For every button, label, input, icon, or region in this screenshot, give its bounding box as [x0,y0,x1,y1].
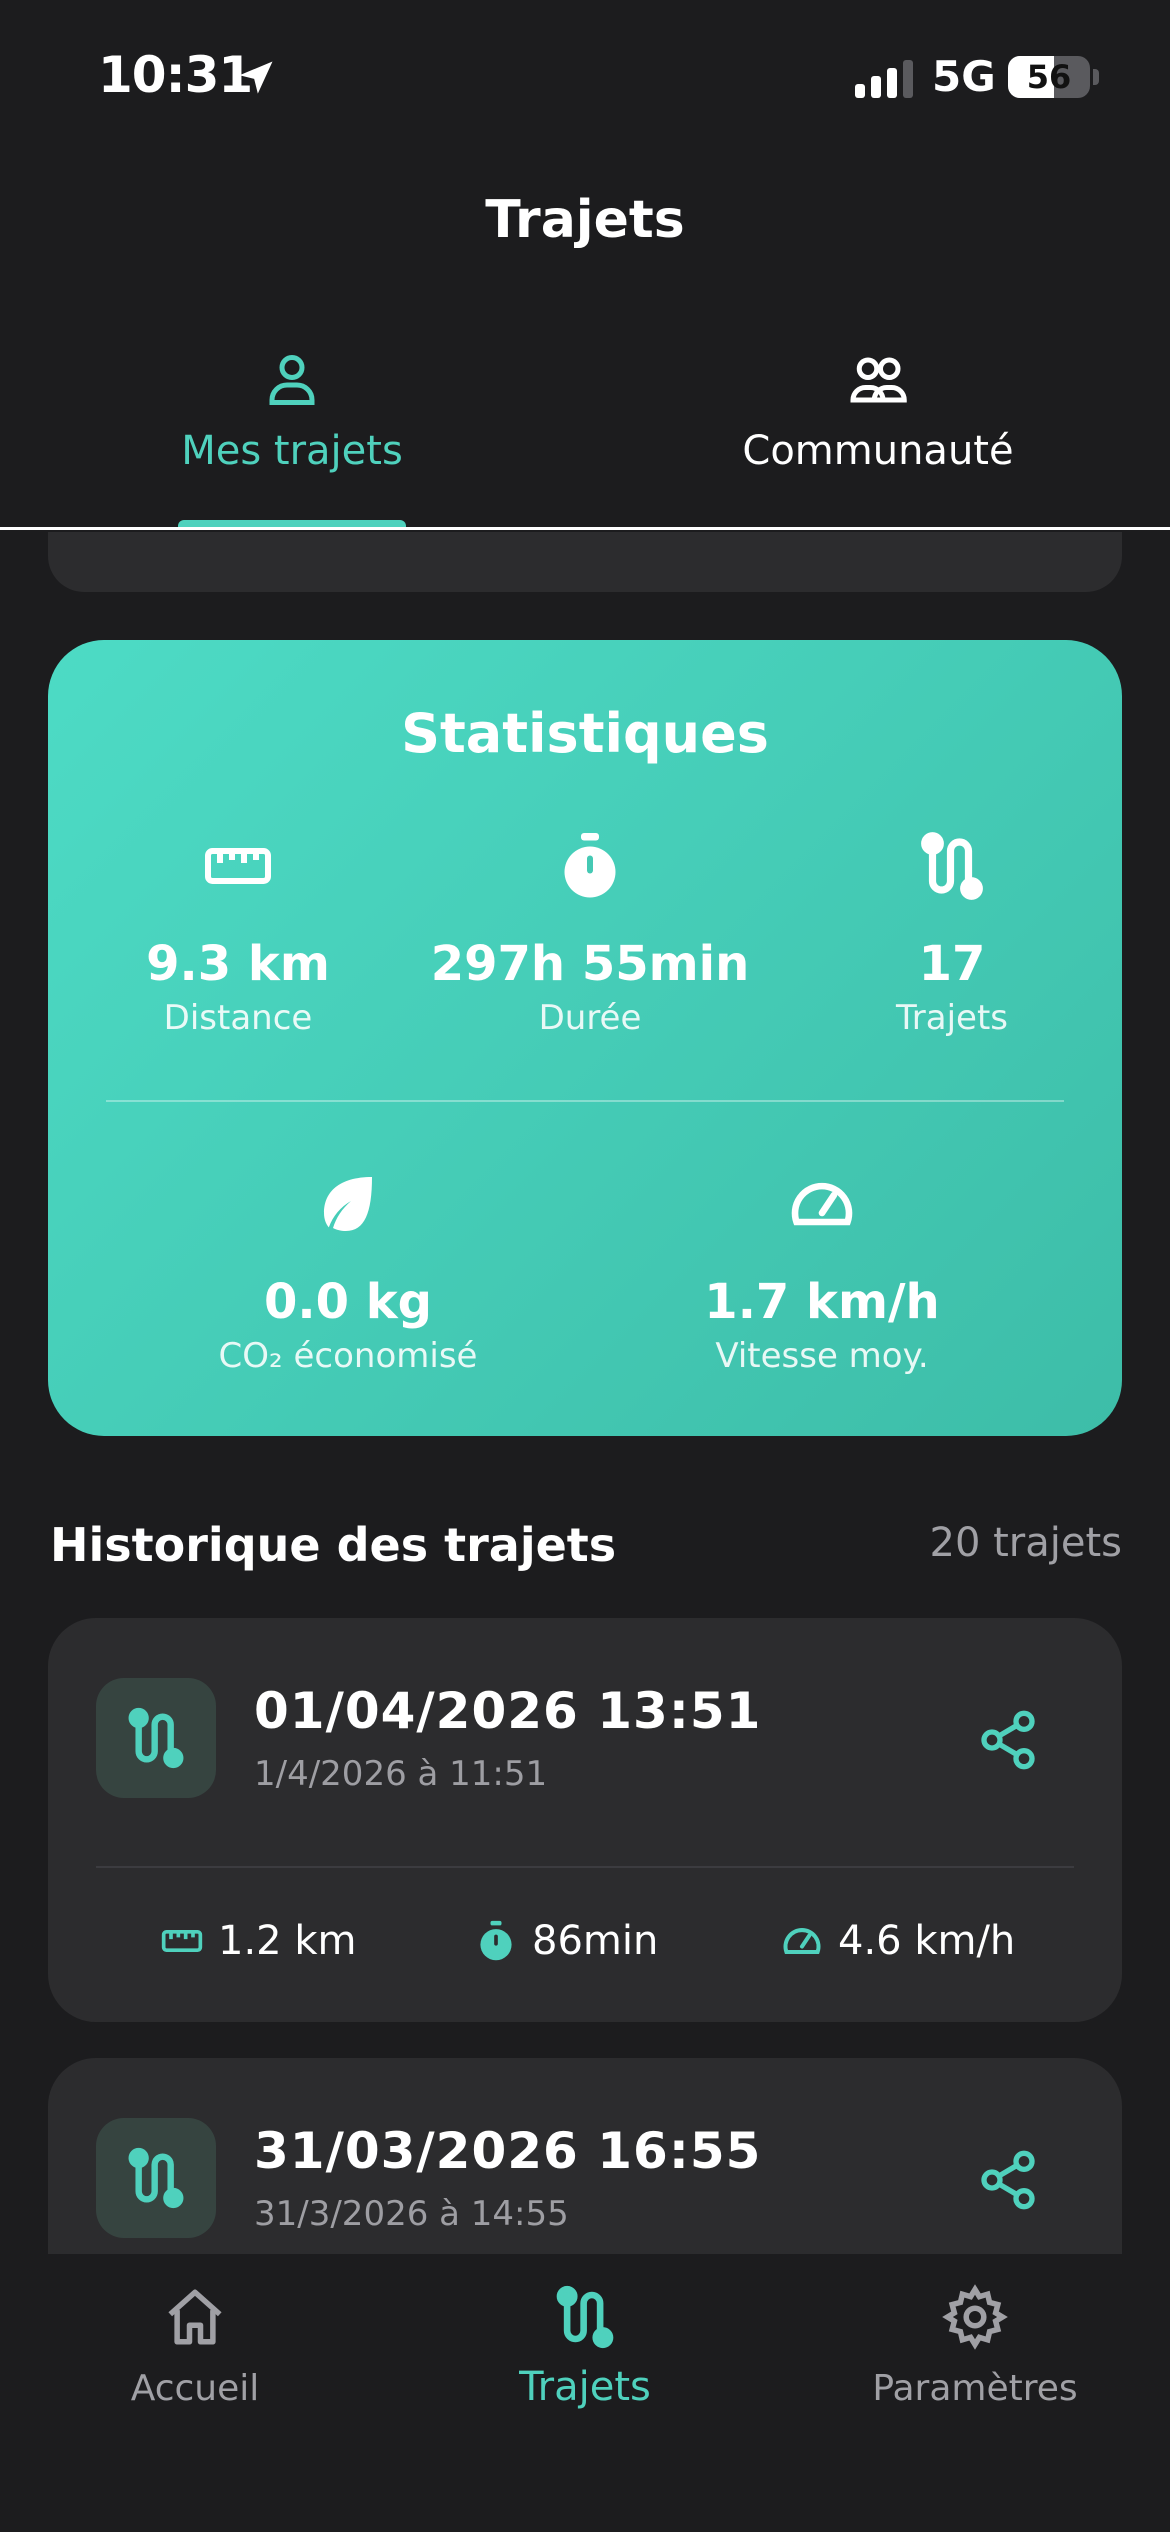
bottom-nav: Accueil Trajets Paramètres [0,2254,1170,2532]
network-type: 5G [932,52,996,101]
nav-label: Paramètres [872,2368,1078,2409]
tab-mes-trajets[interactable]: Mes trajets [12,350,572,474]
route-icon [128,1707,184,1769]
route-icon [128,2147,184,2209]
signal-icon [855,60,913,98]
nav-label: Trajets [519,2364,651,2410]
trip-subtitle: 31/3/2026 à 14:55 [254,2194,569,2234]
history-title: Historique des trajets [50,1518,617,1572]
ruler-icon [205,848,271,884]
stat-label: Vitesse moy. [715,1336,929,1376]
trip-duration: 86min [474,1918,658,1964]
trip-divider [96,1866,1074,1868]
battery-nub [1093,69,1099,85]
stat-value: 0.0 kg [263,1274,433,1330]
trip-icon-box [96,2118,216,2238]
route-icon [556,2285,614,2349]
stats-divider [106,1100,1064,1102]
stat-label: Trajets [896,998,1008,1038]
person-icon [269,355,315,405]
location-arrow-icon [239,61,273,94]
stats-title: Statistiques [401,702,769,765]
trip-card[interactable]: 01/04/2026 13:51 1/4/2026 à 11:51 1.2 km… [48,1618,1122,2022]
route-icon [921,832,983,900]
scrolled-card [48,532,1122,592]
trip-distance: 1.2 km [160,1918,356,1964]
stopwatch-icon [480,1920,512,1961]
battery-icon: 56 [1008,56,1090,98]
stat-co2: 0.0 kg CO₂ économisé [178,1168,518,1376]
trip-speed: 4.6 km/h [780,1918,1015,1964]
people-icon [850,357,907,403]
trip-title: 31/03/2026 16:55 [254,2122,762,2180]
stat-value: 297h 55min [430,936,750,992]
trip-speed-value: 4.6 km/h [838,1918,1016,1964]
trip-distance-value: 1.2 km [218,1918,357,1964]
stopwatch-icon [564,833,616,898]
leaf-icon [324,1177,372,1231]
stat-label: CO₂ économisé [218,1336,478,1376]
tab-label: Mes trajets [181,428,403,474]
page-title: Trajets [485,190,685,250]
home-icon [168,2289,222,2345]
share-icon[interactable] [976,1708,1040,1772]
screen: 10:31 5G 56 Trajets Mes trajets Communau… [0,0,1170,2532]
history-count: 20 trajets [929,1520,1123,1566]
trip-duration-value: 86min [532,1918,659,1964]
stat-label: Durée [538,998,642,1038]
stat-duration: 297h 55min Durée [410,830,770,1038]
trip-icon-box [96,1678,216,1798]
stat-speed: 1.7 km/h Vitesse moy. [652,1168,992,1376]
stats-card: Statistiques 9.3 km Distance 297h 55min … [48,640,1122,1436]
ruler-icon [161,1930,203,1952]
trip-subtitle: 1/4/2026 à 11:51 [254,1754,548,1794]
status-bar: 10:31 5G 56 [0,0,1170,150]
speedometer-icon [783,1928,821,1955]
trip-title: 01/04/2026 13:51 [254,1682,762,1740]
stat-distance: 9.3 km Distance [88,830,388,1038]
status-time: 10:31 [98,46,253,104]
nav-label: Accueil [130,2368,260,2409]
nav-accueil[interactable]: Accueil [45,2284,345,2409]
stat-label: Distance [163,998,313,1038]
stat-value: 9.3 km [146,936,330,992]
gear-icon [942,2284,1008,2350]
tab-communaute[interactable]: Communauté [598,350,1158,474]
tab-label: Communauté [742,428,1014,474]
stat-value: 17 [918,936,986,992]
speedometer-icon [791,1182,853,1226]
stat-value: 1.7 km/h [704,1274,940,1330]
share-icon[interactable] [976,2148,1040,2212]
tab-divider [0,527,1170,530]
nav-trajets[interactable]: Trajets [435,2284,735,2410]
nav-parametres[interactable]: Paramètres [825,2284,1125,2409]
stat-trips: 17 Trajets [832,830,1072,1038]
battery-percent: 56 [1026,58,1072,96]
